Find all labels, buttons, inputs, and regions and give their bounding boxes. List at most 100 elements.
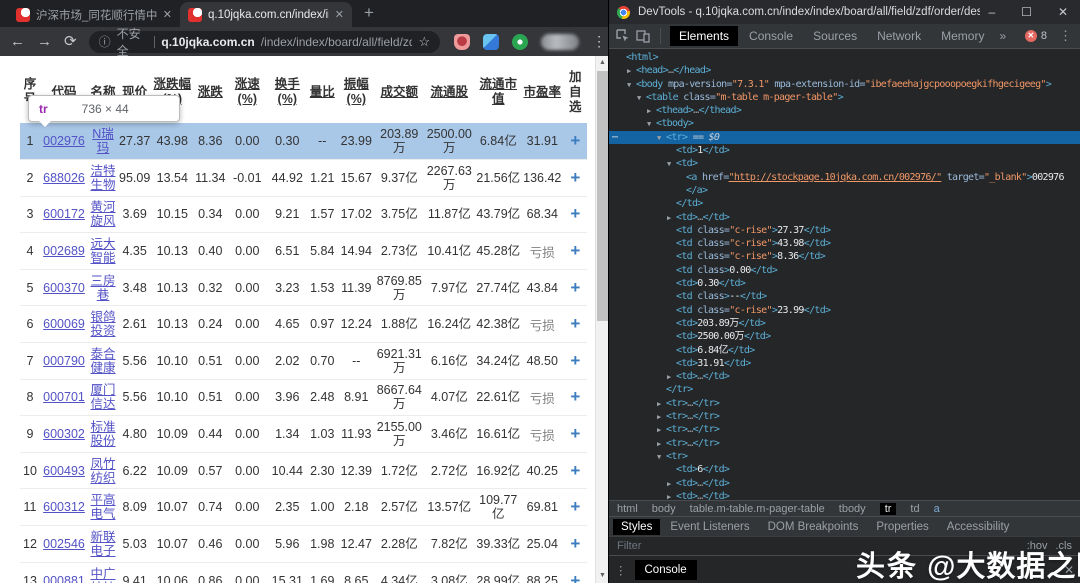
sidebar-tab-styles[interactable]: Styles [613, 518, 661, 535]
expand-arrow-open-icon[interactable]: ▼ [657, 451, 661, 464]
stock-name-link[interactable]: 标准股份 [88, 415, 118, 453]
stock-code-link[interactable]: 600312 [40, 488, 88, 526]
devtools-tab-network[interactable]: Network [868, 26, 930, 46]
stock-name-link[interactable]: 黄河旋风 [88, 195, 118, 233]
add-to-watchlist-button[interactable]: + [563, 378, 588, 416]
add-to-watchlist-button[interactable]: + [563, 123, 587, 160]
table-row[interactable]: 6 600069 银鸽投资 2.61 10.13 0.24 0.00 4.65 0.97 12.2… [20, 305, 588, 343]
expand-arrow-closed-icon[interactable]: ▶ [667, 371, 671, 384]
add-to-watchlist-button[interactable]: + [563, 268, 588, 306]
stock-code-link[interactable]: 000790 [40, 342, 88, 380]
stock-code-link[interactable]: 688026 [40, 159, 88, 197]
dom-tree-line[interactable]: </tr> [609, 383, 1080, 396]
dom-tree-line[interactable]: ▼ <body mpa-version="7.3.1" mpa-extension… [609, 78, 1080, 91]
expand-arrow-open-icon[interactable]: ▼ [627, 79, 631, 92]
inspect-element-icon[interactable] [615, 28, 631, 44]
dom-tree-line[interactable]: <td>31.91</td> [609, 357, 1080, 370]
dom-tree-line[interactable]: <td>6</td> [609, 463, 1080, 476]
sidebar-tab-properties[interactable]: Properties [868, 519, 936, 535]
console-drawer-tab[interactable]: Console [634, 559, 697, 580]
error-badge[interactable]: ✕ 8 [1024, 30, 1047, 42]
column-header-11[interactable]: 流通股 [423, 61, 475, 123]
dom-tree-line[interactable]: <td class="c-rise">43.98</td> [609, 237, 1080, 250]
bookmark-star-icon[interactable]: ☆ [418, 34, 430, 50]
dom-tree-line[interactable]: <td class="c-rise">27.37</td> [609, 224, 1080, 237]
sidebar-tab-dom-breakpoints[interactable]: DOM Breakpoints [760, 519, 867, 535]
table-row[interactable]: 5 600370 三房巷 3.48 10.13 0.32 0.00 3.23 1.53 11.39… [20, 268, 588, 306]
add-to-watchlist-button[interactable]: + [563, 525, 588, 563]
browser-tab-1[interactable]: 沪深市场_同花顺行情中心_同花… ✕ [8, 2, 180, 27]
profile-avatar[interactable] [541, 33, 580, 50]
new-tab-button[interactable]: + [364, 3, 374, 23]
sidebar-tab-accessibility[interactable]: Accessibility [939, 519, 1018, 535]
devtools-tab-console[interactable]: Console [740, 26, 802, 46]
dom-tree-line[interactable]: <a href="http://stockpage.10jqka.com.cn/… [609, 171, 1080, 184]
dom-tree-line[interactable]: ▶ <tr>…</tr> [609, 423, 1080, 436]
dom-tree-line[interactable]: </a> [609, 184, 1080, 197]
shield-extension-icon[interactable] [454, 33, 471, 50]
table-row[interactable]: 7 000790 泰合健康 5.56 10.10 0.51 0.00 2.02 0.70 -- 69… [20, 342, 588, 380]
address-bar[interactable]: ⓘ 不安全 q.10jqka.com.cn /index/index/board… [88, 27, 441, 58]
breadcrumb-item-tr[interactable]: tr [879, 502, 897, 515]
column-header-13[interactable]: 市盈率 [521, 61, 563, 123]
add-to-watchlist-button[interactable]: + [563, 342, 588, 380]
more-tabs-icon[interactable]: » [999, 29, 1006, 43]
browser-menu-icon[interactable]: ⋮ [592, 33, 606, 50]
table-row[interactable]: 3 600172 黄河旋风 3.69 10.15 0.34 0.00 9.21 1.57 17.0… [20, 195, 588, 233]
breadcrumb-item-td[interactable]: td [910, 503, 919, 515]
forward-icon[interactable]: → [37, 34, 52, 49]
column-header-6[interactable]: 涨速(%) [227, 61, 267, 123]
stock-code-link[interactable]: 600370 [40, 268, 88, 306]
stock-name-link[interactable]: N瑞玛 [88, 123, 118, 160]
add-to-watchlist-button[interactable]: + [563, 488, 588, 526]
tab-close-icon[interactable]: ✕ [163, 8, 172, 21]
dom-tree-line[interactable]: ▶ <td>…</td> [609, 211, 1080, 224]
expand-arrow-closed-icon[interactable]: ▶ [657, 411, 661, 424]
stock-code-link[interactable]: 600172 [40, 195, 88, 233]
info-icon[interactable]: ⓘ [99, 33, 111, 50]
table-row[interactable]: 2 688026 洁特生物 95.09 13.54 11.34 -0.01 44.92 1.21… [20, 159, 588, 197]
sidebar-tab-event-listeners[interactable]: Event Listeners [662, 519, 757, 535]
blue-extension-icon[interactable] [483, 33, 500, 50]
dom-tree-line[interactable]: ▶ <thead>…</thead> [609, 104, 1080, 117]
expand-arrow-closed-icon[interactable]: ▶ [657, 398, 661, 411]
stock-name-link[interactable]: 洁特生物 [88, 159, 118, 197]
stock-code-link[interactable]: 600069 [40, 305, 88, 343]
expand-arrow-closed-icon[interactable]: ▶ [657, 438, 661, 451]
breadcrumb-item-table.m-table.m-pager-table[interactable]: table.m-table.m-pager-table [690, 503, 825, 515]
dom-tree-line[interactable]: <td class>0.00</td> [609, 264, 1080, 277]
breadcrumb-item-body[interactable]: body [652, 503, 676, 515]
expand-arrow-closed-icon[interactable]: ▶ [667, 491, 671, 500]
tab-close-icon[interactable]: ✕ [335, 8, 344, 21]
table-row[interactable]: 11 600312 平高电气 8.09 10.07 0.74 0.00 2.35 1.00 2.1… [20, 488, 588, 526]
dom-tree-line[interactable]: ▶ <head>…</head> [609, 64, 1080, 77]
devtools-tab-elements[interactable]: Elements [670, 26, 739, 46]
dom-tree-line[interactable]: <td>2500.00万</td> [609, 330, 1080, 343]
page-scrollbar[interactable]: ▲ ▼ [595, 56, 608, 583]
add-to-watchlist-button[interactable]: + [563, 195, 588, 233]
column-header-8[interactable]: 量比 [307, 61, 337, 123]
add-to-watchlist-button[interactable]: + [563, 415, 588, 453]
expand-arrow-open-icon[interactable]: ▼ [667, 158, 671, 171]
maximize-button[interactable]: ☐ [1021, 5, 1032, 19]
stock-code-link[interactable]: 000881 [40, 561, 88, 583]
device-toolbar-icon[interactable] [635, 28, 651, 44]
dom-tree-line[interactable]: <td>203.89万</td> [609, 317, 1080, 330]
table-row[interactable]: 12 002546 新联电子 5.03 10.07 0.46 0.00 5.96 1.98 12.… [20, 525, 588, 563]
green-extension-icon[interactable] [512, 33, 529, 50]
expand-arrow-closed-icon[interactable]: ▶ [627, 65, 631, 78]
add-to-watchlist-button[interactable]: + [563, 232, 588, 270]
breadcrumb-item-html[interactable]: html [617, 503, 638, 515]
table-row[interactable]: 4 002689 远大智能 4.35 10.13 0.40 0.00 6.51 5.84 14.9… [20, 232, 588, 270]
expand-arrow-open-icon[interactable]: ▼ [637, 92, 641, 105]
stock-name-link[interactable]: 银鸽投资 [88, 305, 118, 343]
stock-name-link[interactable]: 远大智能 [88, 232, 118, 270]
table-row[interactable]: 8 000701 厦门信达 5.56 10.10 0.51 0.00 3.96 2.48 8.91… [20, 378, 588, 416]
column-header-7[interactable]: 换手(%) [267, 61, 307, 123]
table-row[interactable]: 13000881中广核技9.4110.060.860.0015.311.698.… [20, 561, 588, 583]
dom-tree-line[interactable]: <td class>--</td> [609, 290, 1080, 303]
browser-tab-2-active[interactable]: q.10jqka.com.cn/index/index/… ✕ [180, 2, 352, 27]
column-header-10[interactable]: 成交额 [375, 61, 423, 123]
stock-code-link[interactable]: 600302 [40, 415, 88, 453]
minimize-button[interactable]: – [988, 5, 995, 19]
